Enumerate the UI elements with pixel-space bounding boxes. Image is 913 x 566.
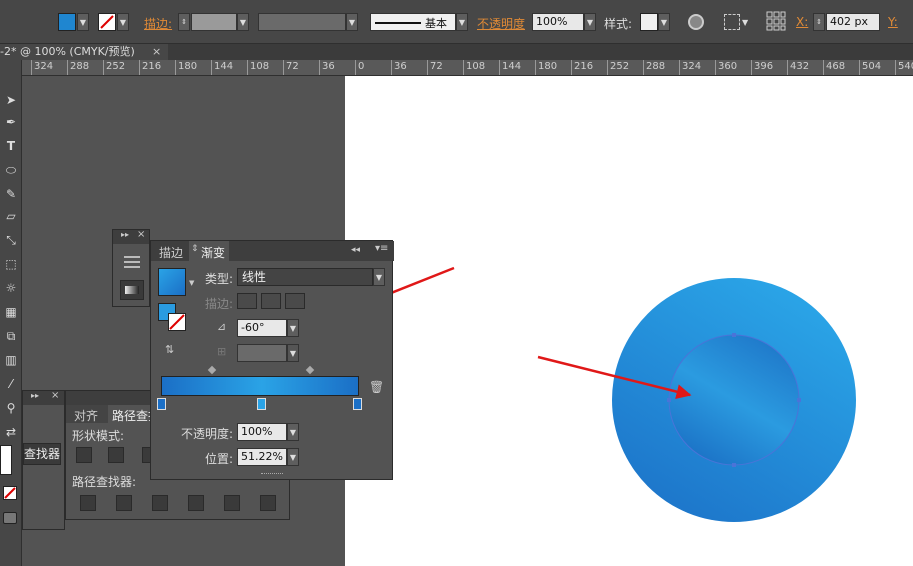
- trim-icon[interactable]: [116, 495, 132, 511]
- unite-icon[interactable]: [76, 447, 92, 463]
- midpoint-diamond-left[interactable]: [207, 365, 217, 375]
- stroke-across-icon[interactable]: [285, 293, 305, 309]
- stop-opacity-label: 不透明度:: [181, 427, 234, 441]
- stroke-within-icon[interactable]: [237, 293, 257, 309]
- stop-opacity-field[interactable]: 100%: [237, 423, 287, 441]
- inner-circle-selected[interactable]: [668, 334, 800, 466]
- aspect-ratio-dropdown[interactable]: ▼: [287, 344, 299, 362]
- location-dropdown[interactable]: ▼: [287, 448, 299, 466]
- stroke-panel-icon[interactable]: [124, 256, 140, 268]
- reverse-gradient-icon[interactable]: ⇅: [165, 343, 179, 357]
- minus-front-icon[interactable]: [108, 447, 124, 463]
- tab-align[interactable]: 对齐: [74, 407, 98, 424]
- gradient-panel: 描边 ⇕ 渐变 ◂◂ ▾≡ ▼ ⇅ 类型: 线性 ▼ 描边: ⊿ -60° ▼ …: [150, 240, 394, 480]
- tab-gradient-stepper-icon: ⇕: [191, 244, 199, 254]
- stroke-none-swatch[interactable]: [168, 313, 186, 331]
- gradient-preview-swatch[interactable]: [158, 268, 186, 296]
- gradient-stop-right[interactable]: [353, 398, 362, 410]
- dock-close-icon[interactable]: ×: [137, 229, 145, 240]
- partial-close-icon[interactable]: ×: [51, 390, 59, 401]
- anchor-point-left[interactable]: [667, 398, 671, 402]
- gradient-stop-left[interactable]: [157, 398, 166, 410]
- panel-resize-handle[interactable]: [261, 473, 283, 476]
- gradient-stop-middle[interactable]: [257, 398, 266, 410]
- dock-collapse-icon[interactable]: ▸▸: [121, 230, 129, 239]
- angle-field[interactable]: -60°: [237, 319, 287, 337]
- outline-icon[interactable]: [224, 495, 240, 511]
- midpoint-diamond-right[interactable]: [305, 365, 315, 375]
- stroke-along-icon[interactable]: [261, 293, 281, 309]
- collapsed-panel-dock: ▸▸ ×: [112, 229, 150, 307]
- delete-stop-icon[interactable]: 🗑: [369, 380, 384, 394]
- angle-dropdown[interactable]: ▼: [287, 319, 299, 337]
- minus-back-icon[interactable]: [260, 495, 276, 511]
- panel-collapse-icon[interactable]: ◂◂: [351, 245, 360, 255]
- location-label: 位置:: [205, 452, 234, 466]
- gradient-panel-tabs: 描边 ⇕ 渐变 ◂◂ ▾≡: [151, 241, 394, 261]
- anchor-point-right[interactable]: [797, 398, 801, 402]
- anchor-point-top[interactable]: [732, 333, 736, 337]
- gradient-preset-dropdown-icon[interactable]: ▼: [189, 279, 194, 287]
- aspect-ratio-icon: ⊞: [217, 345, 227, 358]
- type-select[interactable]: 线性: [237, 268, 373, 286]
- divide-icon[interactable]: [80, 495, 96, 511]
- shape-modes-label: 形状模式:: [72, 429, 125, 443]
- panel-menu-icon[interactable]: ▾≡: [375, 243, 388, 254]
- location-field[interactable]: 51.22%: [237, 448, 287, 466]
- tab-gradient-label: 渐变: [201, 246, 226, 260]
- type-dropdown[interactable]: ▼: [373, 268, 385, 286]
- stroke-label: 描边:: [205, 297, 234, 311]
- tab-stroke[interactable]: 描边: [159, 244, 183, 261]
- crop-icon[interactable]: [188, 495, 204, 511]
- stop-opacity-dropdown[interactable]: ▼: [287, 423, 299, 441]
- dock-header: ▸▸ ×: [113, 229, 149, 244]
- partial-collapse-icon[interactable]: ▸▸: [31, 391, 39, 400]
- gradient-panel-icon[interactable]: [120, 280, 144, 300]
- gradient-slider[interactable]: [161, 376, 359, 396]
- partial-panel-header: ▸▸ ×: [23, 390, 64, 405]
- pathfinder-partial-tab[interactable]: 查找器: [23, 443, 61, 465]
- anchor-point-bottom[interactable]: [732, 463, 736, 467]
- pathfinders-label: 路径查找器:: [72, 475, 137, 489]
- angle-icon: ⊿: [217, 320, 227, 333]
- partial-panel: ▸▸ × 查找器: [22, 390, 65, 530]
- merge-icon[interactable]: [152, 495, 168, 511]
- aspect-ratio-field[interactable]: [237, 344, 287, 362]
- tab-gradient[interactable]: ⇕ 渐变: [189, 241, 229, 261]
- type-label: 类型:: [205, 272, 234, 286]
